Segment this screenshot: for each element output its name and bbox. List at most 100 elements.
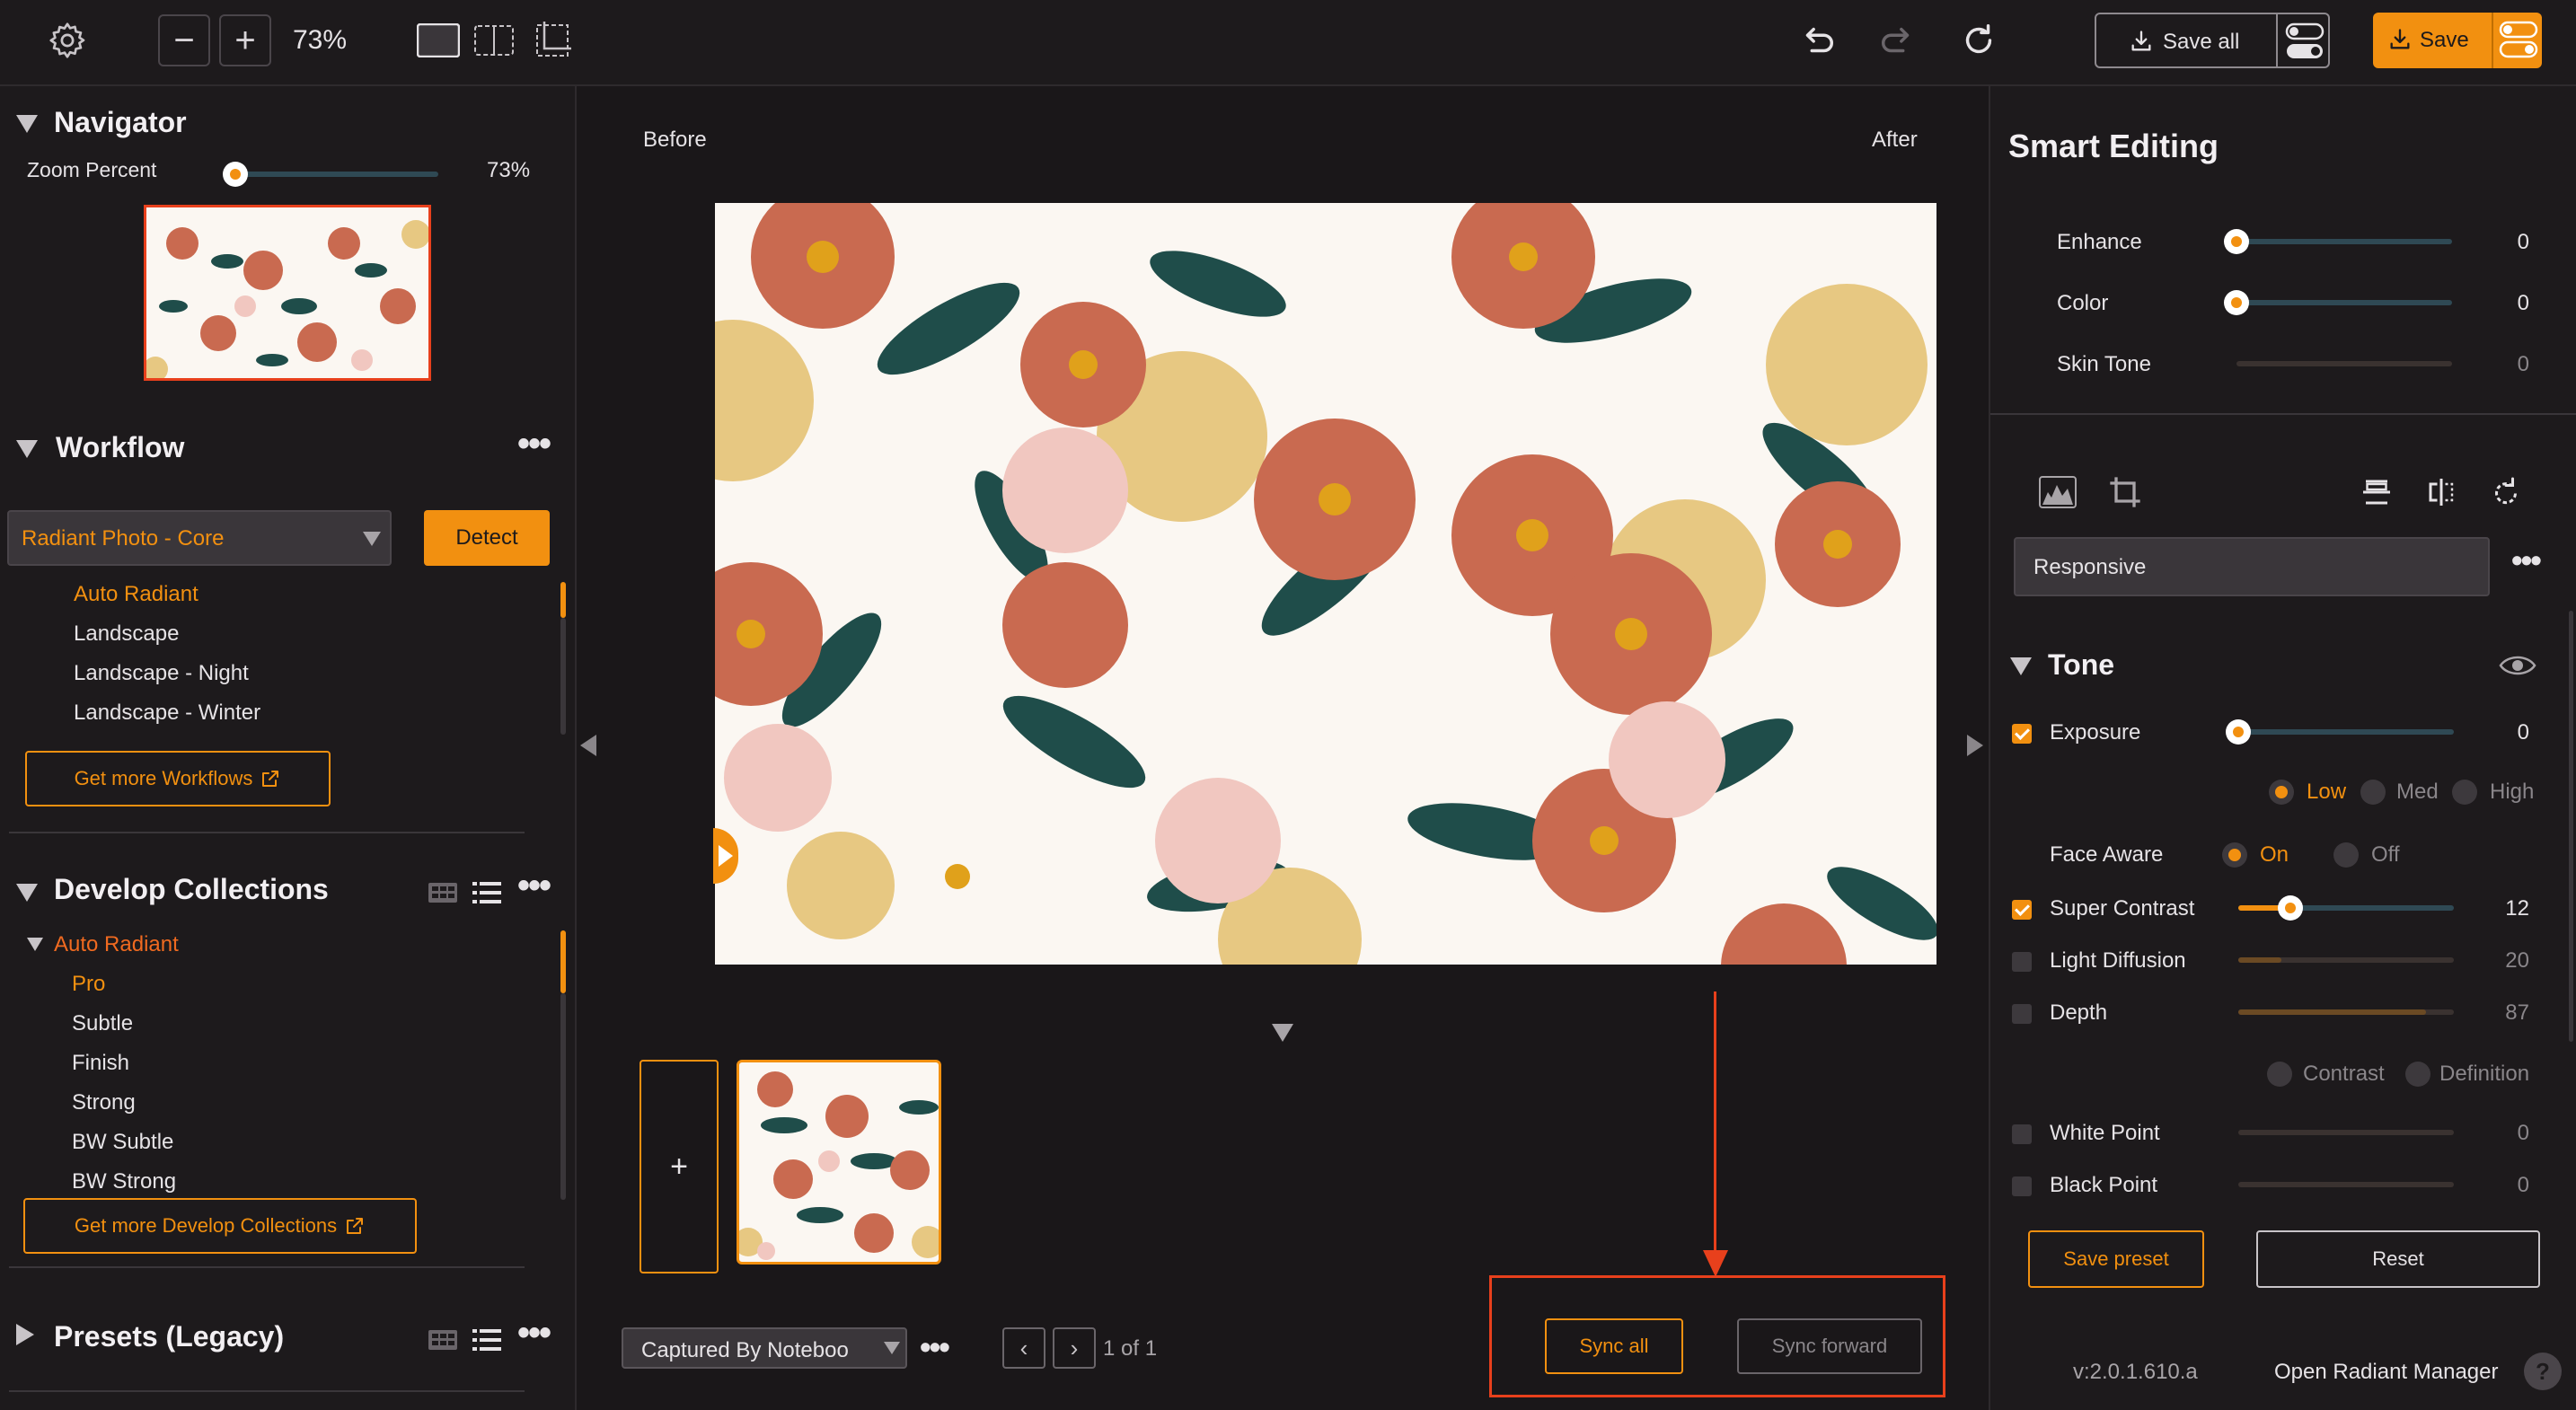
workflow-select[interactable]: Radiant Photo - Core: [7, 510, 392, 566]
visibility-eye-icon[interactable]: [2499, 652, 2536, 679]
super-contrast-checkbox[interactable]: [2012, 900, 2032, 920]
exposure-med-radio[interactable]: [2360, 780, 2386, 805]
presets-list-view-icon[interactable]: [472, 1327, 501, 1353]
folder-select[interactable]: Captured By Noteboo: [622, 1327, 907, 1369]
reset-rotate-icon[interactable]: [1958, 20, 1999, 61]
black-point-slider[interactable]: [2238, 1182, 2454, 1187]
split-view-icon[interactable]: [474, 25, 514, 56]
smart-mode-value: Responsive: [2033, 555, 2147, 579]
next-page-button[interactable]: ›: [1053, 1327, 1096, 1369]
get-more-workflows-button[interactable]: Get more Workflows: [25, 751, 331, 806]
list-view-icon[interactable]: [472, 880, 501, 905]
add-image-button[interactable]: +: [640, 1060, 719, 1273]
save-preset-button[interactable]: Save preset: [2028, 1230, 2204, 1288]
face-aware-on-radio[interactable]: [2222, 842, 2247, 868]
navigator-thumbnail[interactable]: [144, 205, 431, 381]
exposure-high-radio[interactable]: [2452, 780, 2477, 805]
presets-expand-icon[interactable]: [16, 1324, 34, 1345]
workflow-more-icon[interactable]: •••: [517, 426, 551, 462]
light-diffusion-value: 20: [2505, 948, 2529, 973]
light-diffusion-checkbox[interactable]: [2012, 952, 2032, 972]
develop-scrollbar-thumb[interactable]: [560, 930, 566, 993]
exposure-checkbox[interactable]: [2012, 724, 2032, 744]
zoom-out-button[interactable]: −: [158, 14, 210, 66]
help-icon[interactable]: ?: [2524, 1353, 2562, 1390]
open-radiant-manager-link[interactable]: Open Radiant Manager: [2274, 1360, 2499, 1385]
develop-item-finish[interactable]: Finish: [72, 1051, 129, 1076]
exposure-slider[interactable]: [2238, 729, 2454, 735]
sync-all-button[interactable]: Sync all: [1545, 1318, 1683, 1374]
color-slider-thumb[interactable]: [2224, 290, 2249, 315]
collapse-left-panel-icon[interactable]: [580, 735, 596, 756]
enhance-slider[interactable]: [2236, 239, 2452, 244]
workflow-item-auto-radiant[interactable]: Auto Radiant: [74, 582, 198, 607]
develop-more-icon[interactable]: •••: [517, 868, 551, 903]
develop-collapse-icon[interactable]: [16, 884, 38, 902]
crop-compare-view-icon[interactable]: [532, 20, 573, 61]
undo-icon[interactable]: [1796, 20, 1838, 61]
workflow-item-landscape-night[interactable]: Landscape - Night: [74, 661, 249, 686]
grid-view-icon[interactable]: [428, 882, 458, 903]
reset-button[interactable]: Reset: [2256, 1230, 2540, 1288]
settings-gear-icon[interactable]: [47, 20, 88, 61]
depth-contrast-radio[interactable]: [2267, 1062, 2292, 1087]
previous-page-button[interactable]: ‹: [1002, 1327, 1045, 1369]
develop-item-subtle[interactable]: Subtle: [72, 1011, 133, 1036]
workflow-scrollbar-track[interactable]: [560, 618, 566, 735]
main-photo[interactable]: [715, 203, 1936, 965]
zoom-percent-slider-thumb[interactable]: [223, 162, 248, 187]
detect-button[interactable]: Detect: [424, 510, 550, 566]
presets-more-icon[interactable]: •••: [517, 1315, 551, 1351]
develop-item-pro[interactable]: Pro: [72, 972, 105, 997]
color-slider[interactable]: [2236, 300, 2452, 305]
workflow-item-landscape[interactable]: Landscape: [74, 621, 179, 647]
navigator-collapse-icon[interactable]: [16, 115, 38, 133]
save-all-button[interactable]: Save all: [2095, 13, 2330, 68]
right-panel-scrollbar[interactable]: [2569, 611, 2573, 1042]
depth-definition-radio[interactable]: [2405, 1062, 2430, 1087]
depth-checkbox[interactable]: [2012, 1004, 2032, 1024]
get-more-develop-collections-button[interactable]: Get more Develop Collections: [23, 1198, 417, 1254]
develop-item-strong[interactable]: Strong: [72, 1090, 136, 1115]
skin-tone-slider[interactable]: [2236, 361, 2452, 366]
tone-collapse-icon[interactable]: [2010, 657, 2032, 675]
develop-scrollbar-track[interactable]: [560, 993, 566, 1200]
exposure-slider-thumb[interactable]: [2226, 719, 2251, 745]
black-point-checkbox[interactable]: [2012, 1176, 2032, 1196]
develop-item-bw-strong[interactable]: BW Strong: [72, 1169, 176, 1194]
develop-item-bw-subtle[interactable]: BW Subtle: [72, 1130, 173, 1155]
rotate-icon[interactable]: [2490, 476, 2522, 508]
smart-mode-select[interactable]: Responsive: [2014, 537, 2490, 596]
workflow-collapse-icon[interactable]: [16, 440, 38, 458]
exposure-low-radio[interactable]: [2269, 780, 2294, 805]
save-button[interactable]: Save: [2373, 13, 2542, 68]
white-point-checkbox[interactable]: [2012, 1124, 2032, 1144]
redo-icon[interactable]: [1877, 20, 1919, 61]
enhance-slider-thumb[interactable]: [2224, 229, 2249, 254]
folder-more-icon[interactable]: •••: [920, 1331, 950, 1363]
super-contrast-slider-thumb[interactable]: [2278, 895, 2303, 921]
workflow-item-landscape-winter[interactable]: Landscape - Winter: [74, 701, 260, 726]
save-options-toggle-icon[interactable]: [2499, 20, 2538, 59]
filmstrip-toggle-icon[interactable]: [1272, 1024, 1293, 1042]
filmstrip-thumbnail[interactable]: [737, 1060, 941, 1265]
smart-mode-more-icon[interactable]: •••: [2511, 544, 2542, 577]
white-point-slider[interactable]: [2238, 1130, 2454, 1135]
histogram-icon[interactable]: [2039, 476, 2077, 508]
collapse-right-panel-icon[interactable]: [1967, 735, 1983, 756]
zoom-in-button[interactable]: +: [219, 14, 271, 66]
get-more-develop-label: Get more Develop Collections: [74, 1214, 338, 1237]
develop-group-auto-radiant[interactable]: Auto Radiant: [54, 932, 179, 957]
crop-icon[interactable]: [2107, 474, 2143, 510]
save-all-options-toggle-icon[interactable]: [2285, 22, 2325, 61]
presets-grid-view-icon[interactable]: [428, 1329, 458, 1351]
flip-horizontal-icon[interactable]: [2425, 476, 2457, 508]
zoom-percent-slider[interactable]: [235, 172, 438, 177]
single-view-icon[interactable]: [417, 23, 460, 57]
sync-forward-button[interactable]: Sync forward: [1737, 1318, 1922, 1374]
super-contrast-value: 12: [2505, 896, 2529, 921]
flip-vertical-icon[interactable]: [2360, 476, 2393, 508]
auto-radiant-group-collapse-icon[interactable]: [27, 938, 43, 951]
workflow-scrollbar-thumb[interactable]: [560, 582, 566, 618]
face-aware-off-radio[interactable]: [2333, 842, 2359, 868]
